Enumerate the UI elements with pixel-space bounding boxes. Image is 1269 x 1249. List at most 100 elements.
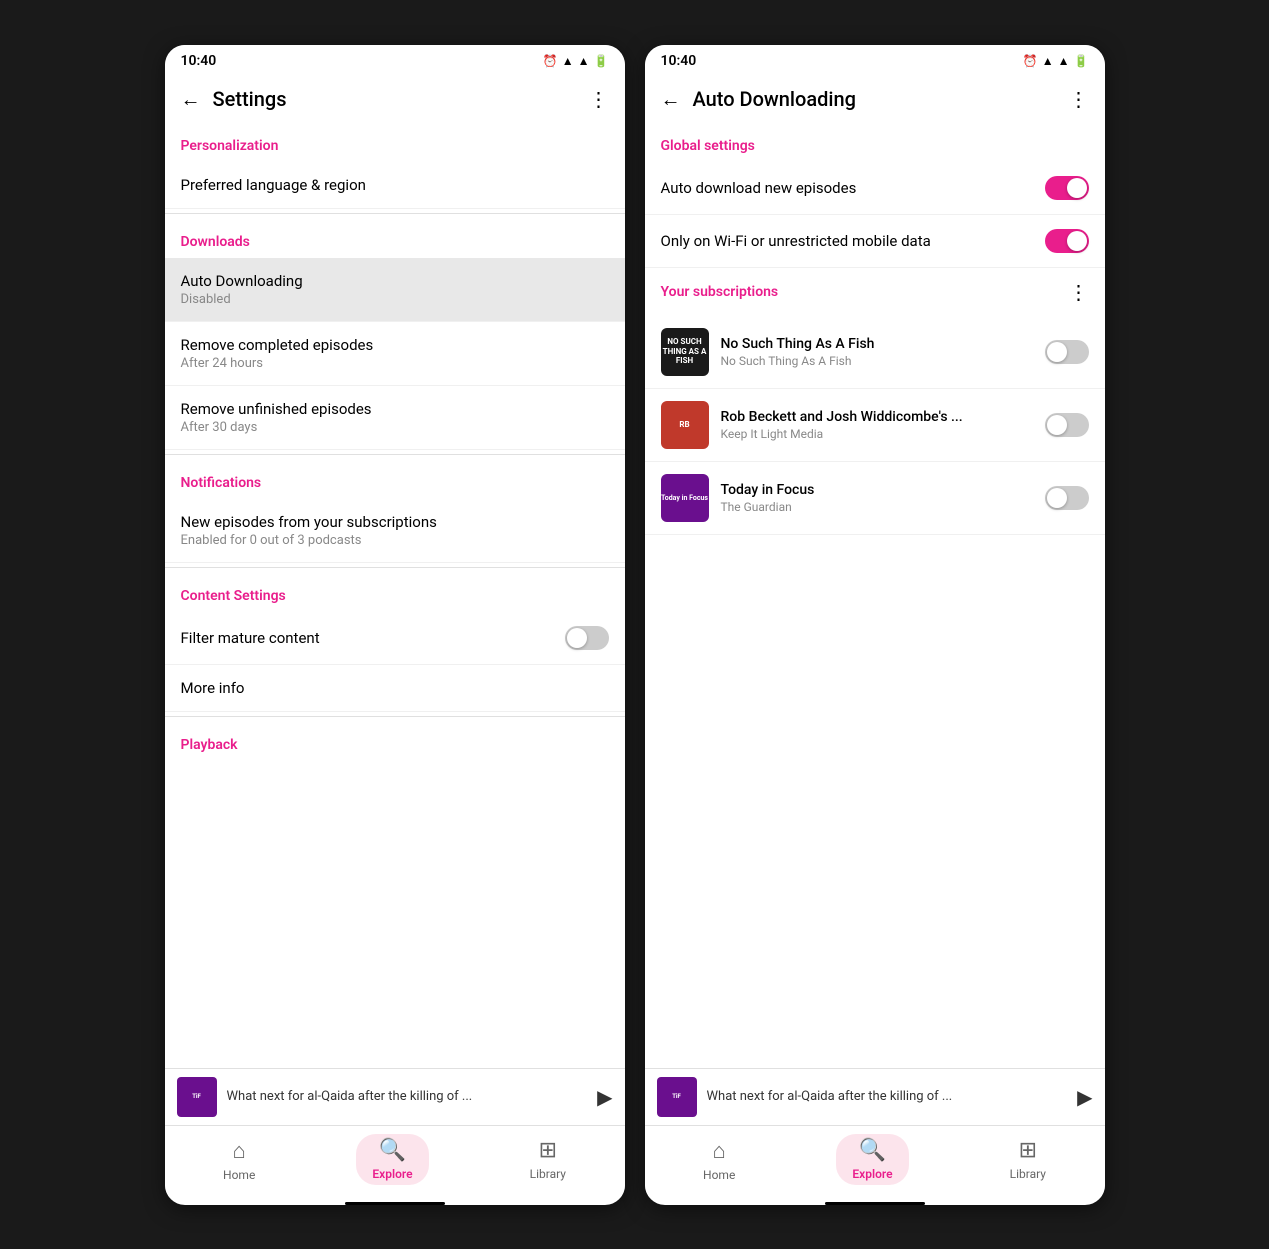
rob-toggle[interactable]: [1045, 413, 1089, 437]
wifi-only-toggle[interactable]: [1045, 229, 1089, 253]
battery-icon-2: 🔋: [1074, 54, 1089, 68]
auto-downloading-item[interactable]: Auto Downloading Disabled: [165, 258, 625, 322]
top-bar-2: ← Auto Downloading ⋮: [645, 77, 1105, 122]
screens-container: 10:40 ⏰ ▲ ▲ 🔋 ← Settings ⋮ Personalizati…: [145, 25, 1125, 1225]
divider-4: [165, 716, 625, 717]
status-bar-2: 10:40 ⏰ ▲ ▲ 🔋: [645, 45, 1105, 77]
focus-toggle[interactable]: [1045, 486, 1089, 510]
new-episodes-subtitle: Enabled for 0 out of 3 podcasts: [181, 533, 609, 548]
status-icons-2: ⏰ ▲ ▲ 🔋: [1023, 54, 1089, 68]
podcast-artwork-fish: NO SUCH THING AS A FISH: [661, 328, 709, 376]
player-play-button-1[interactable]: ▶: [597, 1085, 612, 1109]
nav-explore-1[interactable]: 🔍 Explore: [356, 1134, 428, 1185]
subscriptions-more-icon[interactable]: ⋮: [1069, 280, 1089, 304]
filter-mature-toggle[interactable]: [565, 626, 609, 650]
player-title-2: What next for al-Qaida after the killing…: [707, 1089, 1068, 1104]
wifi-icon: ▲: [562, 54, 574, 68]
rob-artwork-inner: RB: [661, 401, 709, 449]
section-content-settings: Content Settings: [165, 572, 625, 612]
nav-library-label-2: Library: [1010, 1167, 1046, 1181]
filter-mature-knob: [567, 628, 587, 648]
back-button-1[interactable]: ←: [181, 87, 201, 112]
focus-artwork-inner: Today in Focus: [661, 474, 709, 522]
nav-explore-label-1: Explore: [372, 1167, 412, 1181]
settings-screen: 10:40 ⏰ ▲ ▲ 🔋 ← Settings ⋮ Personalizati…: [165, 45, 625, 1205]
more-info-item[interactable]: More info: [165, 665, 625, 712]
podcast-item-fish[interactable]: NO SUCH THING AS A FISH No Such Thing As…: [645, 316, 1105, 389]
player-thumb-2: TiF: [657, 1077, 697, 1117]
podcast-artwork-focus: Today in Focus: [661, 474, 709, 522]
settings-content: Personalization Preferred language & reg…: [165, 122, 625, 1068]
nav-home-2[interactable]: ⌂ Home: [687, 1134, 751, 1186]
wifi-only-toggle-item[interactable]: Only on Wi-Fi or unrestricted mobile dat…: [645, 215, 1105, 268]
player-play-button-2[interactable]: ▶: [1077, 1085, 1092, 1109]
auto-download-label: Auto download new episodes: [661, 179, 1045, 197]
nav-library-2[interactable]: ⊞ Library: [994, 1134, 1062, 1185]
global-settings-header: Global settings: [645, 122, 1105, 162]
auto-download-toggle[interactable]: [1045, 176, 1089, 200]
section-personalization: Personalization: [165, 122, 625, 162]
divider-1: [165, 213, 625, 214]
nav-indicator-2: [825, 1202, 925, 1205]
filter-mature-item[interactable]: Filter mature content: [165, 612, 625, 665]
player-bar-1: TiF What next for al-Qaida after the kil…: [165, 1068, 625, 1125]
podcast-author-rob: Keep It Light Media: [721, 427, 1033, 441]
auto-downloading-subtitle: Disabled: [181, 292, 609, 307]
podcast-name-fish: No Such Thing As A Fish: [721, 336, 1033, 352]
podcast-name-rob: Rob Beckett and Josh Widdicombe's ...: [721, 409, 1033, 425]
auto-download-toggle-item[interactable]: Auto download new episodes: [645, 162, 1105, 215]
podcast-artwork-rob: RB: [661, 401, 709, 449]
player-artwork-1: TiF: [177, 1077, 217, 1117]
preferred-language-item[interactable]: Preferred language & region: [165, 162, 625, 209]
remove-unfinished-subtitle: After 30 days: [181, 420, 609, 435]
section-playback: Playback: [165, 721, 625, 761]
podcast-author-focus: The Guardian: [721, 500, 1033, 514]
back-button-2[interactable]: ←: [661, 87, 681, 112]
fish-toggle[interactable]: [1045, 340, 1089, 364]
wifi-icon-2: ▲: [1042, 54, 1054, 68]
status-time-1: 10:40: [181, 53, 217, 69]
nav-library-1[interactable]: ⊞ Library: [514, 1134, 582, 1185]
explore-icon-1: 🔍: [379, 1138, 406, 1163]
home-icon-2: ⌂: [713, 1138, 726, 1164]
divider-2: [165, 454, 625, 455]
subscriptions-header: Your subscriptions ⋮: [645, 268, 1105, 316]
podcast-info-fish: No Such Thing As A Fish No Such Thing As…: [721, 336, 1033, 368]
fish-toggle-knob: [1047, 342, 1067, 362]
section-notifications: Notifications: [165, 459, 625, 499]
remove-unfinished-item[interactable]: Remove unfinished episodes After 30 days: [165, 386, 625, 450]
rob-toggle-knob: [1047, 415, 1067, 435]
auto-downloading-screen: 10:40 ⏰ ▲ ▲ 🔋 ← Auto Downloading ⋮ Globa…: [645, 45, 1105, 1205]
more-menu-button-2[interactable]: ⋮: [1069, 87, 1089, 111]
signal-icon: ▲: [578, 54, 590, 68]
more-info-title: More info: [181, 679, 609, 697]
player-artwork-2: TiF: [657, 1077, 697, 1117]
alarm-icon: ⏰: [543, 54, 558, 68]
nav-home-1[interactable]: ⌂ Home: [207, 1134, 271, 1186]
podcast-name-focus: Today in Focus: [721, 482, 1033, 498]
remove-unfinished-title: Remove unfinished episodes: [181, 400, 609, 418]
player-bar-2: TiF What next for al-Qaida after the kil…: [645, 1068, 1105, 1125]
podcast-item-focus[interactable]: Today in Focus Today in Focus The Guardi…: [645, 462, 1105, 535]
library-icon-1: ⊞: [539, 1138, 557, 1163]
library-icon-2: ⊞: [1019, 1138, 1037, 1163]
nav-library-label-1: Library: [530, 1167, 566, 1181]
player-title-1: What next for al-Qaida after the killing…: [227, 1089, 588, 1104]
podcast-item-rob[interactable]: RB Rob Beckett and Josh Widdicombe's ...…: [645, 389, 1105, 462]
auto-download-content: Global settings Auto download new episod…: [645, 122, 1105, 1068]
section-downloads: Downloads: [165, 218, 625, 258]
auto-download-knob: [1067, 178, 1087, 198]
nav-indicator-1: [345, 1202, 445, 1205]
podcast-info-rob: Rob Beckett and Josh Widdicombe's ... Ke…: [721, 409, 1033, 441]
more-menu-button-1[interactable]: ⋮: [589, 87, 609, 111]
alarm-icon-2: ⏰: [1023, 54, 1038, 68]
remove-completed-subtitle: After 24 hours: [181, 356, 609, 371]
page-title-1: Settings: [213, 87, 589, 111]
nav-explore-2[interactable]: 🔍 Explore: [836, 1134, 908, 1185]
fish-artwork-inner: NO SUCH THING AS A FISH: [661, 328, 709, 376]
nav-home-label-2: Home: [703, 1168, 735, 1182]
podcast-info-focus: Today in Focus The Guardian: [721, 482, 1033, 514]
new-episodes-item[interactable]: New episodes from your subscriptions Ena…: [165, 499, 625, 563]
remove-completed-item[interactable]: Remove completed episodes After 24 hours: [165, 322, 625, 386]
subscriptions-label: Your subscriptions: [661, 284, 779, 300]
